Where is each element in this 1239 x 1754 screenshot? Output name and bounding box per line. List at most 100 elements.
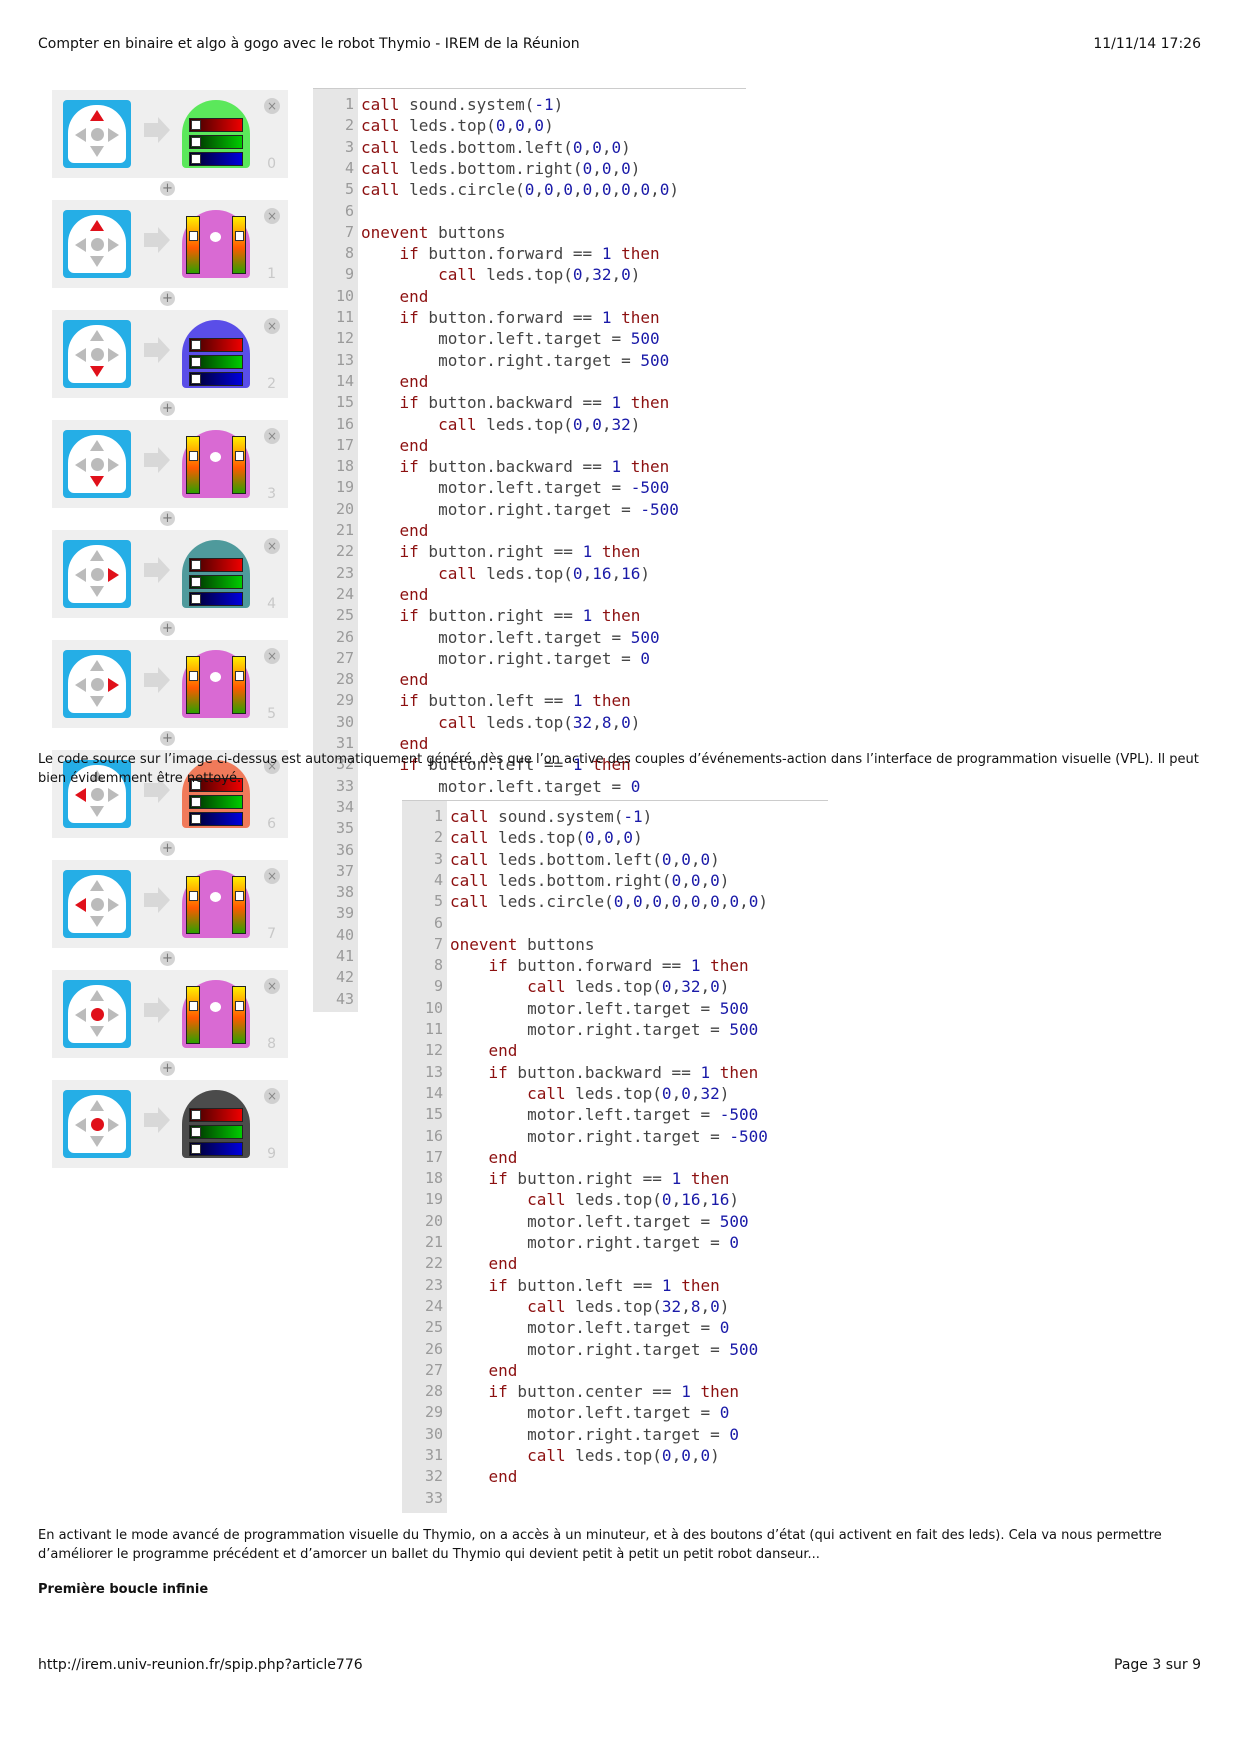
add-pair-button[interactable]: +	[160, 1061, 175, 1076]
vpl-event-action-pair[interactable]: × 3 +	[52, 420, 288, 526]
motor-sliders[interactable]	[182, 656, 250, 716]
vpl-event-action-pair[interactable]: × 1 +	[52, 200, 288, 306]
action-motors-block[interactable]	[182, 650, 250, 718]
add-pair-button[interactable]: +	[160, 621, 175, 636]
line-number: 10	[424, 998, 443, 1017]
motor-sliders[interactable]	[182, 216, 250, 276]
line-number: 28	[335, 670, 354, 689]
dpad-center-icon	[73, 988, 121, 1040]
line-number: 2	[433, 828, 443, 847]
code-line: call leds.bottom.left(0,0,0)	[361, 137, 631, 157]
pair-index: 9	[267, 1146, 276, 1162]
code-line: if button.backward == 1 then	[488, 1062, 759, 1082]
code-line: motor.left.target = 500	[450, 998, 749, 1018]
event-buttons-block[interactable]	[63, 430, 131, 498]
page-header-datetime: 11/11/14 17:26	[1093, 36, 1201, 52]
event-buttons-block[interactable]	[63, 210, 131, 278]
code-line: motor.left.target = 0	[450, 1403, 730, 1423]
line-number: 30	[424, 1424, 443, 1443]
event-buttons-block[interactable]	[63, 980, 131, 1048]
line-number: 38	[335, 883, 354, 902]
add-pair-button[interactable]: +	[160, 951, 175, 966]
vpl-event-action-pair[interactable]: × 9	[52, 1080, 288, 1168]
line-number: 9	[433, 977, 443, 996]
rgb-sliders[interactable]	[189, 558, 243, 609]
code-line: end	[399, 435, 429, 455]
line-number: 19	[335, 478, 354, 497]
caption-text: Le code source sur l’image ci-dessus est…	[38, 752, 1199, 786]
rgb-sliders[interactable]	[189, 338, 243, 389]
vpl-event-action-pair[interactable]: × 0 +	[52, 90, 288, 196]
close-icon[interactable]: ×	[264, 538, 280, 554]
close-icon[interactable]: ×	[264, 978, 280, 994]
code-line: end	[399, 670, 429, 690]
event-buttons-block[interactable]	[63, 100, 131, 168]
action-top-color-block[interactable]	[182, 100, 250, 168]
add-pair-button[interactable]: +	[160, 731, 175, 746]
event-buttons-block[interactable]	[63, 870, 131, 938]
close-icon[interactable]: ×	[264, 208, 280, 224]
line-number: 27	[335, 648, 354, 667]
code-line: if button.forward == 1 then	[488, 956, 749, 976]
line-number: 22	[424, 1254, 443, 1273]
add-pair-button[interactable]: +	[160, 511, 175, 526]
event-buttons-block[interactable]	[63, 540, 131, 608]
code-line: motor.left.target = 500	[361, 627, 660, 647]
line-number: 23	[424, 1275, 443, 1294]
vpl-event-action-pair[interactable]: × 4 +	[52, 530, 288, 636]
close-icon[interactable]: ×	[264, 1088, 280, 1104]
event-buttons-block[interactable]	[63, 1090, 131, 1158]
action-top-color-block[interactable]	[182, 540, 250, 608]
action-motors-block[interactable]	[182, 210, 250, 278]
rgb-sliders[interactable]	[189, 1108, 243, 1159]
line-number: 31	[424, 1446, 443, 1464]
action-top-color-block[interactable]	[182, 320, 250, 388]
vpl-event-action-pair[interactable]: × 8 +	[52, 970, 288, 1076]
close-icon[interactable]: ×	[264, 318, 280, 334]
code-line: call leds.top(0,16,16)	[527, 1190, 740, 1210]
code-line: call leds.bottom.right(0,0,0)	[450, 870, 730, 890]
close-icon[interactable]: ×	[264, 98, 280, 114]
code-line: if button.left == 1 then	[399, 691, 631, 711]
code-line: motor.right.target = 0	[361, 648, 650, 668]
close-icon[interactable]: ×	[264, 428, 280, 444]
rgb-sliders[interactable]	[189, 118, 243, 169]
action-motors-block[interactable]	[182, 980, 250, 1048]
add-pair-button[interactable]: +	[160, 181, 175, 196]
line-number: 25	[424, 1318, 443, 1337]
code-line: end	[488, 1254, 518, 1274]
line-number: 27	[424, 1360, 443, 1379]
code-line: motor.left.target = 500	[361, 329, 660, 349]
action-motors-block[interactable]	[182, 870, 250, 938]
event-buttons-block[interactable]	[63, 320, 131, 388]
line-number: 7	[433, 934, 443, 953]
vpl-event-action-pair[interactable]: × 7 +	[52, 860, 288, 966]
line-number: 2	[344, 116, 354, 135]
line-number: 30	[335, 712, 354, 731]
line-number: 16	[335, 414, 354, 433]
vpl-event-action-pair[interactable]: × 2 +	[52, 310, 288, 416]
action-top-color-block[interactable]	[182, 1090, 250, 1158]
close-icon[interactable]: ×	[264, 648, 280, 664]
code-line: if button.center == 1 then	[488, 1382, 739, 1402]
add-pair-button[interactable]: +	[160, 401, 175, 416]
robot-icon	[210, 232, 221, 242]
close-icon[interactable]: ×	[264, 868, 280, 884]
event-buttons-block[interactable]	[63, 650, 131, 718]
add-pair-button[interactable]: +	[160, 841, 175, 856]
code-line: call leds.top(0,32,0)	[438, 265, 641, 285]
line-number: 19	[424, 1190, 443, 1209]
line-number: 39	[335, 904, 354, 923]
code-line: call sound.system(-1)	[361, 95, 564, 114]
vpl-event-action-pair[interactable]: × 5 +	[52, 640, 288, 746]
action-motors-block[interactable]	[182, 430, 250, 498]
add-pair-button[interactable]: +	[160, 291, 175, 306]
motor-sliders[interactable]	[182, 436, 250, 496]
code-line: onevent buttons	[450, 934, 595, 954]
code-line: motor.right.target = 500	[361, 350, 670, 370]
motor-sliders[interactable]	[182, 876, 250, 936]
line-number: 1	[433, 807, 443, 825]
line-number: 3	[344, 137, 354, 156]
line-number: 22	[335, 542, 354, 561]
motor-sliders[interactable]	[182, 986, 250, 1046]
